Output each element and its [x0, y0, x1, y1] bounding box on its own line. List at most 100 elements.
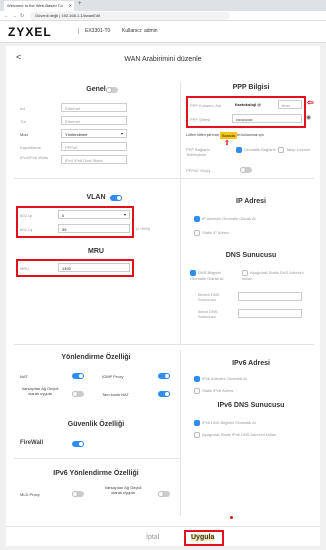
ppp-auto-radio[interactable]: Otomatik Bağlantı [236, 147, 276, 153]
ipv6-auto-radio[interactable]: IPv6 Adresini Otomatik Al [194, 376, 247, 382]
chevron-down-icon: ▾ [123, 212, 126, 217]
zyxel-logo: ZYXEL [8, 25, 52, 39]
dns-auto-radio[interactable]: DNS Bilgisini Otomatik Olarak Al [190, 270, 238, 281]
arrow-up-icon: ⇧ [224, 140, 230, 147]
vlan-p-label: 802.1p [20, 213, 33, 218]
general-title: Genel [86, 86, 106, 93]
eye-icon[interactable]: ◉ [306, 114, 311, 121]
user-label: Kullanıcı: admin [122, 28, 158, 34]
default-gw-toggle[interactable] [72, 391, 84, 397]
browser-tab[interactable]: Welcome to the Web-Based Co ✕ [4, 1, 74, 11]
dns-primary-label: Birincil DNS Sunucusu [198, 292, 220, 302]
fullcone-toggle[interactable] [158, 391, 170, 397]
address-bar: ← → ↻ Güvenli değil | 192.168.1.1/#wanEd… [0, 11, 326, 21]
mru-field[interactable]: 1492 [58, 263, 130, 272]
page-title: WAN Arabirimini düzenle [124, 56, 202, 63]
dns-title: DNS Sunucusu [225, 252, 277, 259]
mld-toggle[interactable] [72, 491, 84, 497]
ip-static-radio[interactable]: Statik IP Adresi [194, 230, 229, 236]
name-field[interactable]: Ethernet [61, 103, 127, 112]
ppp-pass-field[interactable]: •••••••••••• [232, 114, 302, 123]
vlan-title: VLAN [86, 194, 106, 201]
ipv-mode-label: IPv4/IPv6 Modu [20, 155, 49, 160]
ppp-user-label: PPP Kullanıcı Adı [190, 103, 222, 108]
section-divider [14, 178, 314, 179]
general-toggle[interactable] [106, 87, 118, 93]
igmp-toggle[interactable] [158, 373, 170, 379]
pppoe-passthrough-toggle[interactable] [240, 167, 252, 173]
nat-toggle[interactable] [72, 373, 84, 379]
firewall-toggle[interactable] [72, 441, 84, 447]
name-label: Ad [20, 106, 25, 111]
type-field[interactable]: Ethernet [61, 116, 127, 125]
column-divider [180, 350, 181, 516]
ip-title: IP Adresi [236, 198, 266, 205]
mode-value: Yönlendirme [65, 132, 88, 137]
encap-label: Kapsülleme [20, 145, 41, 150]
pppoe-passthrough-label: PPPoE Geçiş [186, 168, 211, 173]
mode-select[interactable]: Yönlendirme ▾ [61, 129, 127, 138]
ipv6-dns-auto-radio[interactable]: IPv6 DNS Bilgisini Otomatik Al [194, 420, 256, 426]
new-tab-icon[interactable]: + [78, 1, 82, 7]
mode-label: Mod [20, 132, 28, 137]
reload-icon[interactable]: ↻ [20, 13, 24, 19]
vlan-q-hint: (1~4094) [136, 227, 151, 231]
ipv6-dns-title: IPv6 DNS Sunucusu [217, 402, 285, 409]
mru-label: MRU [20, 266, 30, 271]
ipv-mode-field[interactable]: IPv4 IPv6 Dual Stack [61, 155, 127, 164]
footer-divider [6, 526, 320, 527]
section-divider [14, 344, 314, 345]
firewall-label: FireWall [20, 440, 44, 446]
ppp-user-field[interactable]: fisetokoloji @ [232, 100, 276, 109]
ipv6-routing-title: IPv6 Yönlendirme Özelliği [53, 470, 139, 477]
tab-title: Welcome to the Web-Based Co [7, 3, 63, 8]
encap-field[interactable]: PPPoE [61, 142, 127, 151]
ppp-title: PPP Bilgisi [232, 84, 270, 91]
url-input[interactable]: Güvenli değil | 192.168.1.1/#wanEdit [30, 12, 230, 20]
browser-tab-bar: Welcome to the Web-Based Co ✕ + [0, 0, 326, 11]
routing-title: Yönlendirme Özelliği [61, 354, 131, 361]
dns-primary-field[interactable] [238, 292, 302, 301]
ipv6-dns-static-radio[interactable]: Aşağıdaki Statik IPv6 DNS Adresini kulla… [194, 432, 276, 438]
red-dot-marker [230, 516, 233, 519]
vlan-p-value: 0 [62, 213, 65, 218]
security-title: Güvenlik Özelliği [67, 421, 125, 428]
arrow-left-icon: ⇦ [307, 98, 314, 107]
vlan-q-label: 802.1q [20, 227, 33, 232]
ppp-user-suffix[interactable]: ttnet [278, 100, 302, 109]
ppp-pass-label: PPP Şifresi [190, 117, 211, 122]
section-divider [14, 458, 180, 459]
mru-title: MRU [88, 248, 104, 255]
ppp-demand-radio[interactable]: Talep Üzerine [278, 147, 310, 153]
igmp-label: IGMP Proxy [102, 374, 124, 379]
nat-label: NAT [20, 374, 28, 379]
chevron-down-icon: ▾ [120, 131, 123, 136]
ipv6-title: IPv6 Adresi [232, 360, 270, 367]
close-icon[interactable]: ✕ [69, 3, 72, 8]
cancel-button[interactable]: İptal [146, 534, 159, 541]
ipv6-default-gw-toggle[interactable] [158, 491, 170, 497]
ipv6-static-radio[interactable]: Statik IPv6 Adresi [194, 388, 233, 394]
app-header: ZYXEL EX3301-T0 Kullanıcı: admin [0, 21, 326, 43]
forward-arrow-icon[interactable]: → [12, 13, 17, 19]
mld-label: MLD Proxy [20, 492, 40, 497]
ppp-hint: Lütfen lütfen şifrenizi değer ISS'tel ku… [186, 133, 264, 137]
model-name: EX3301-T0 [78, 28, 110, 34]
column-divider [180, 184, 181, 344]
apply-button[interactable]: Uygula [191, 534, 215, 541]
vlan-toggle[interactable] [110, 195, 122, 201]
back-arrow-icon[interactable]: ← [4, 13, 9, 19]
ipv6-default-gw-label: Varsayılan Ağ Geçidi olarak uygula [104, 485, 142, 495]
here-tooltip: Burada [220, 132, 237, 139]
type-label: Tür [20, 119, 26, 124]
dns-secondary-label: İkincil DNS Sunucusu [198, 309, 218, 319]
ip-auto-radio[interactable]: IP Adresini Otomatik Olarak Al [194, 216, 256, 222]
dns-secondary-field[interactable] [238, 309, 302, 318]
vlan-p-select[interactable]: 0 ▾ [58, 210, 130, 219]
ppp-conn-label: PPP Bağlantı Tetikleyicisi [186, 147, 210, 157]
default-gw-label: Varsayılan Ağ Geçidi olarak uygula [21, 386, 59, 396]
wan-edit-panel: < WAN Arabirimini düzenle Genel Ad Ether… [6, 46, 320, 546]
fullcone-label: Tam konik NAT [102, 392, 129, 397]
vlan-q-field[interactable]: 35 [58, 224, 130, 233]
dns-static-radio[interactable]: Aşağıdaki Statik DNS Adresini kullan [242, 270, 304, 281]
